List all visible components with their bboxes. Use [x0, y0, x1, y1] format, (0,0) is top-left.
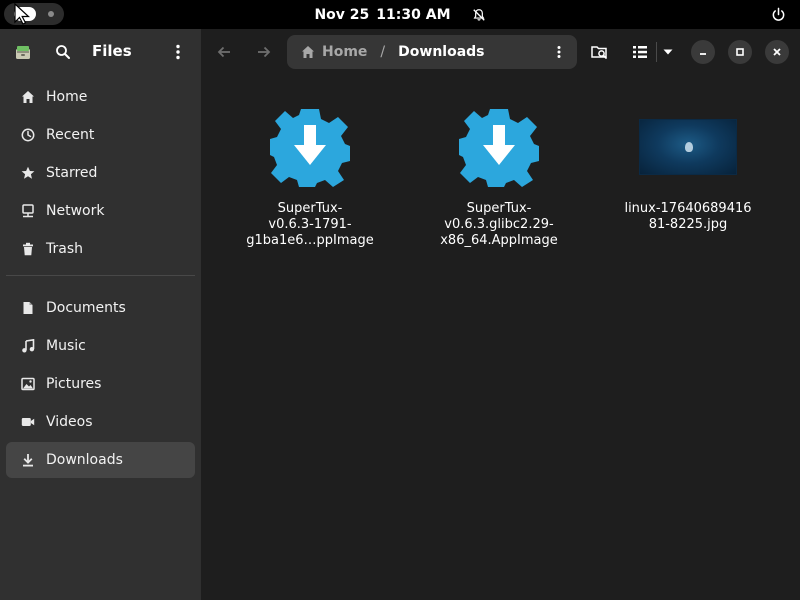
view-options-icon[interactable]	[654, 38, 682, 66]
minimize-icon[interactable]	[691, 40, 715, 64]
picture-icon	[20, 376, 36, 392]
file-item[interactable]: linux-17640689416 81-8225.jpg	[613, 105, 763, 233]
header-bar: Home / Downloads	[201, 29, 800, 75]
file-grid: SuperTux- v0.6.3-1791- g1ba1e6…ppImage S…	[201, 75, 800, 600]
sidebar-header: Files	[0, 29, 201, 75]
workspace-indicator-inactive	[48, 11, 54, 17]
home-icon	[20, 89, 36, 105]
path-menu-icon[interactable]	[551, 43, 567, 61]
file-name-line: v0.6.3-1791-	[268, 217, 352, 232]
sidebar-places: Home Recent Starred Network Trash Docume…	[6, 79, 195, 480]
file-name: SuperTux- v0.6.3.glibc2.29- x86_64.AppIm…	[424, 201, 574, 249]
network-icon	[20, 203, 36, 219]
sidebar-item-label: Videos	[46, 414, 93, 430]
music-icon	[20, 338, 36, 354]
sidebar-item-downloads[interactable]: Downloads	[6, 442, 195, 478]
sidebar-item-label: Home	[46, 89, 88, 105]
sidebar-divider	[6, 275, 195, 276]
file-name-line: 81-8225.jpg	[648, 217, 728, 232]
list-view-icon[interactable]	[626, 38, 654, 66]
breadcrumb-current[interactable]: Downloads	[398, 44, 484, 60]
files-app-icon	[9, 38, 37, 66]
sidebar-item-documents[interactable]: Documents	[6, 290, 195, 326]
sidebar-item-label: Music	[46, 338, 86, 354]
kebab-menu-icon[interactable]	[164, 38, 192, 66]
sidebar-item-label: Documents	[46, 300, 126, 316]
close-icon[interactable]	[765, 40, 789, 64]
clock-icon	[20, 127, 36, 143]
sidebar-item-recent[interactable]: Recent	[6, 117, 195, 153]
maximize-icon[interactable]	[728, 40, 752, 64]
file-name-line: SuperTux-	[466, 201, 532, 216]
sidebar-item-label: Pictures	[46, 376, 102, 392]
mouse-cursor-icon	[14, 3, 31, 25]
download-icon	[20, 452, 36, 468]
home-icon	[302, 46, 314, 58]
document-icon	[20, 300, 36, 316]
thumbnail-logo	[685, 142, 693, 152]
sidebar-item-label: Downloads	[46, 452, 123, 468]
breadcrumb-separator: /	[380, 44, 386, 60]
file-name-line: v0.6.3.glibc2.29-	[444, 217, 554, 232]
bell-off-icon	[472, 8, 485, 21]
file-name-line: g1ba1e6…ppImage	[246, 233, 374, 248]
file-name: linux-17640689416 81-8225.jpg	[613, 201, 763, 233]
clock[interactable]: Nov 25 11:30 AM	[0, 0, 800, 29]
image-thumbnail	[639, 119, 737, 175]
breadcrumb-home[interactable]: Home	[301, 44, 367, 60]
download-package-icon	[457, 105, 541, 189]
breadcrumb: Home / Downloads	[287, 35, 577, 69]
forward-icon[interactable]	[250, 38, 278, 66]
power-icon[interactable]	[771, 7, 786, 22]
top-bar: Nov 25 11:30 AM	[0, 0, 800, 29]
sidebar-item-label: Network	[46, 203, 105, 219]
star-icon	[20, 165, 36, 181]
sidebar-item-label: Trash	[46, 241, 83, 257]
sidebar-item-starred[interactable]: Starred	[6, 155, 195, 191]
trash-icon	[20, 241, 36, 257]
video-icon	[20, 414, 36, 430]
back-icon[interactable]	[210, 38, 238, 66]
search-icon[interactable]	[49, 38, 77, 66]
file-item[interactable]: SuperTux- v0.6.3.glibc2.29- x86_64.AppIm…	[424, 105, 574, 249]
sidebar-item-home[interactable]: Home	[6, 79, 195, 115]
sidebar-title: Files	[92, 42, 132, 60]
breadcrumb-home-label: Home	[322, 44, 368, 60]
file-name: SuperTux- v0.6.3-1791- g1ba1e6…ppImage	[235, 201, 385, 249]
search-folder-icon[interactable]	[586, 38, 614, 66]
file-item[interactable]: SuperTux- v0.6.3-1791- g1ba1e6…ppImage	[235, 105, 385, 249]
sidebar-item-label: Starred	[46, 165, 98, 181]
main-view: Home / Downloads SuperTux- v0.6.3-1791- …	[201, 29, 800, 600]
sidebar-item-label: Recent	[46, 127, 95, 143]
clock-date: Nov 25	[314, 6, 370, 23]
file-name-line: SuperTux-	[277, 201, 343, 216]
sidebar-item-music[interactable]: Music	[6, 328, 195, 364]
file-name-line: x86_64.AppImage	[440, 233, 558, 248]
sidebar-item-pictures[interactable]: Pictures	[6, 366, 195, 402]
sidebar-item-trash[interactable]: Trash	[6, 231, 195, 267]
download-package-icon	[268, 105, 352, 189]
sidebar-item-network[interactable]: Network	[6, 193, 195, 229]
clock-time: 11:30 AM	[376, 6, 451, 23]
file-name-line: linux-17640689416	[624, 201, 752, 216]
sidebar-item-videos[interactable]: Videos	[6, 404, 195, 440]
sidebar: Files Home Recent Starred Network Trash …	[0, 29, 201, 600]
